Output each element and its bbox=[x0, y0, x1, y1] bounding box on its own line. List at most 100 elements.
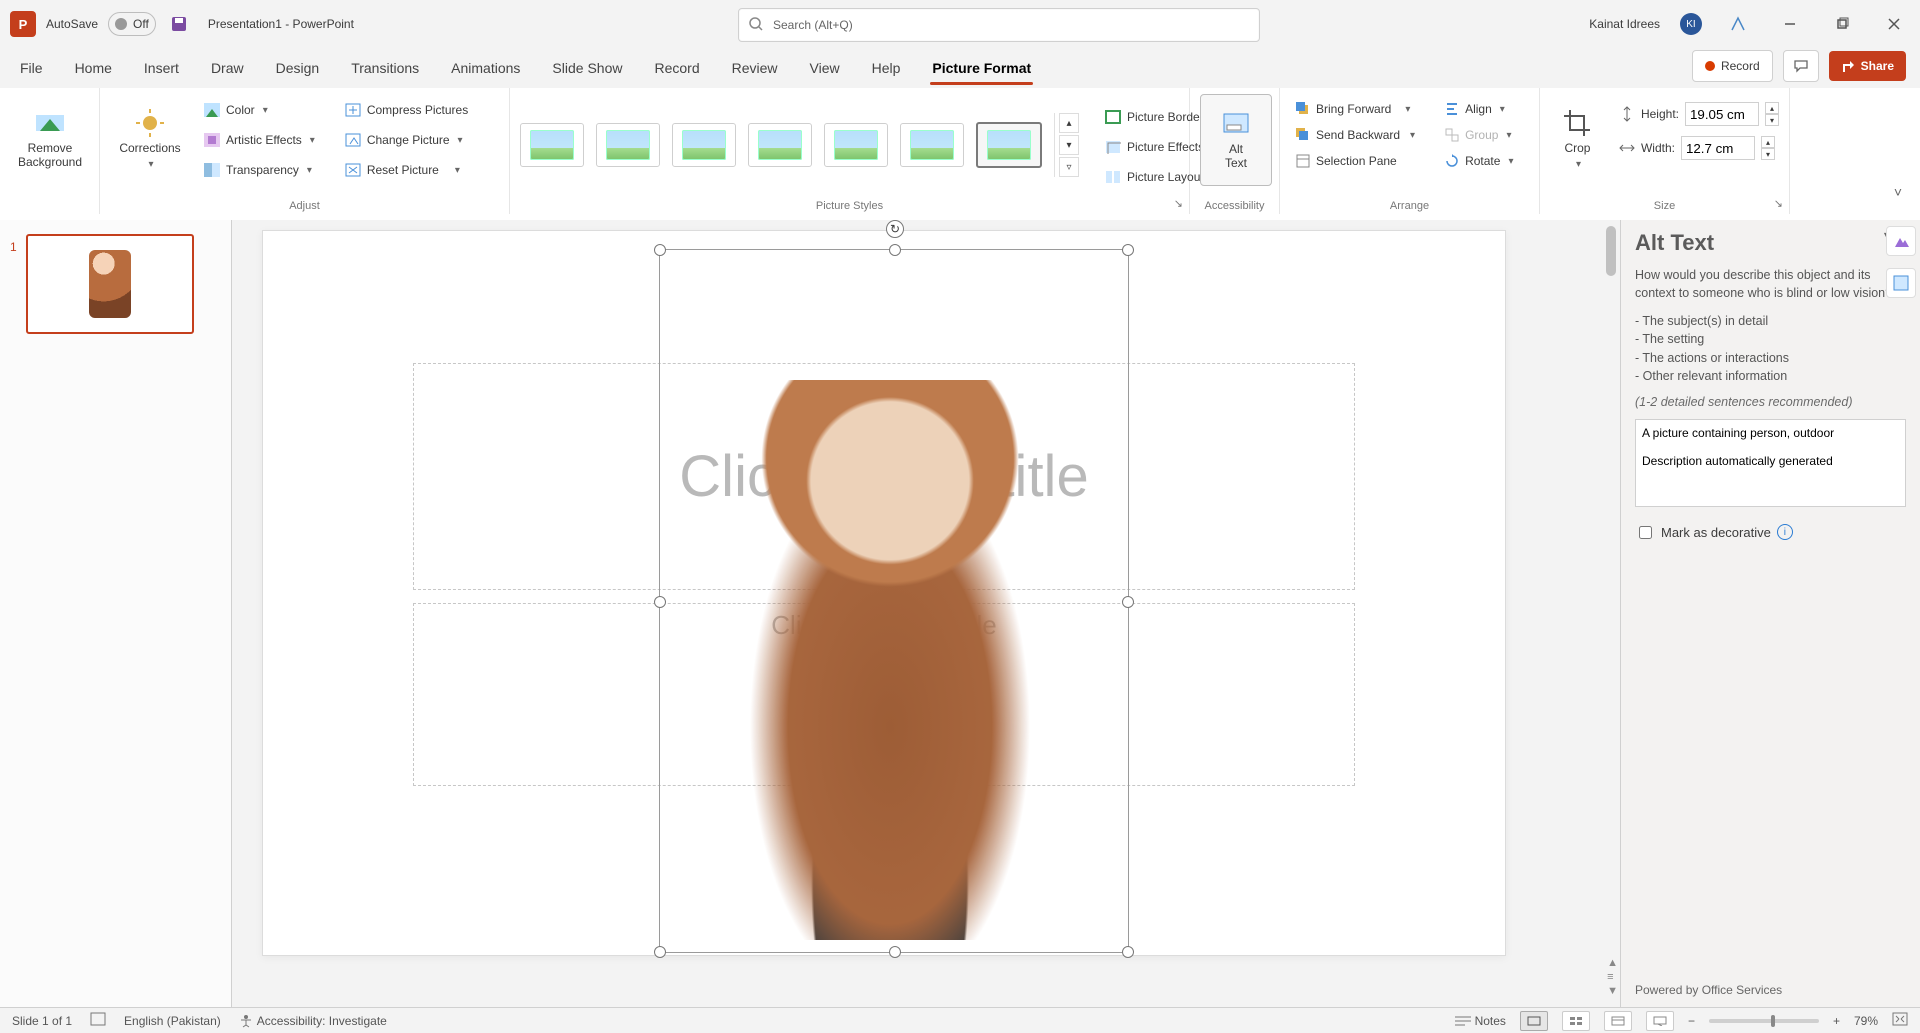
comments-button[interactable] bbox=[1783, 50, 1819, 82]
share-label: Share bbox=[1861, 59, 1894, 73]
canvas-vertical-scrollbar[interactable] bbox=[1602, 220, 1620, 1007]
size-dialog-launcher[interactable]: ↘ bbox=[1774, 197, 1783, 210]
style-thumb-1[interactable] bbox=[520, 123, 584, 167]
accessibility-status[interactable]: Accessibility: Investigate bbox=[239, 1014, 387, 1028]
resize-handle-ne[interactable] bbox=[1122, 244, 1134, 256]
slide-counter[interactable]: Slide 1 of 1 bbox=[12, 1014, 72, 1028]
gallery-down-button[interactable]: ▾ bbox=[1059, 135, 1079, 155]
slide-thumbnail-1[interactable] bbox=[26, 234, 194, 334]
alt-text-bullet-2: - The setting bbox=[1635, 330, 1906, 348]
selection-pane-button[interactable]: Selection Pane bbox=[1290, 150, 1421, 172]
slide-sorter-button[interactable] bbox=[1562, 1011, 1590, 1031]
tab-draw[interactable]: Draw bbox=[209, 52, 246, 84]
tab-file[interactable]: File bbox=[18, 52, 45, 84]
gallery-more-button[interactable]: ▿ bbox=[1059, 157, 1079, 177]
transparency-button[interactable]: Transparency▾ bbox=[198, 158, 321, 182]
next-slide-button[interactable]: ▼ bbox=[1607, 985, 1618, 997]
window-close-button[interactable] bbox=[1878, 8, 1910, 40]
mark-decorative-checkbox[interactable] bbox=[1639, 526, 1652, 539]
coming-soon-icon[interactable] bbox=[1722, 8, 1754, 40]
autosave-toggle[interactable]: Off bbox=[108, 12, 156, 36]
info-icon[interactable]: i bbox=[1777, 524, 1793, 540]
format-picture-pane-button[interactable] bbox=[1886, 268, 1916, 298]
tab-animations[interactable]: Animations bbox=[449, 52, 522, 84]
zoom-value[interactable]: 79% bbox=[1854, 1014, 1878, 1028]
prev-slide-button[interactable]: ▲ bbox=[1607, 957, 1618, 969]
share-button[interactable]: Share bbox=[1829, 51, 1906, 81]
width-spinner[interactable]: ▴▾ bbox=[1761, 136, 1775, 160]
reset-picture-button[interactable]: Reset Picture▾ bbox=[339, 158, 474, 182]
tab-review[interactable]: Review bbox=[730, 52, 780, 84]
alt-text-bullet-3: - The actions or interactions bbox=[1635, 349, 1906, 367]
user-avatar[interactable]: KI bbox=[1680, 13, 1702, 35]
tab-picture-format[interactable]: Picture Format bbox=[930, 52, 1033, 84]
tab-record[interactable]: Record bbox=[652, 52, 701, 84]
resize-handle-se[interactable] bbox=[1122, 946, 1134, 958]
resize-handle-sw[interactable] bbox=[654, 946, 666, 958]
zoom-slider-knob[interactable] bbox=[1771, 1015, 1775, 1027]
resize-handle-e[interactable] bbox=[1122, 596, 1134, 608]
spell-check-icon[interactable] bbox=[90, 1012, 106, 1029]
compress-pictures-button[interactable]: Compress Pictures bbox=[339, 98, 474, 122]
resize-handle-n[interactable] bbox=[889, 244, 901, 256]
send-backward-button[interactable]: Send Backward▾ bbox=[1290, 124, 1421, 146]
resize-handle-nw[interactable] bbox=[654, 244, 666, 256]
height-spinner[interactable]: ▴▾ bbox=[1765, 102, 1779, 126]
corrections-button[interactable]: Corrections ▾ bbox=[110, 94, 190, 184]
window-restore-button[interactable] bbox=[1826, 8, 1858, 40]
zoom-in-button[interactable]: + bbox=[1833, 1014, 1840, 1028]
mark-decorative-row[interactable]: Mark as decorative i bbox=[1635, 523, 1906, 542]
picture-styles-dialog-launcher[interactable]: ↘ bbox=[1174, 197, 1183, 210]
tab-slideshow[interactable]: Slide Show bbox=[550, 52, 624, 84]
artistic-effects-button[interactable]: Artistic Effects▾ bbox=[198, 128, 321, 152]
slide-canvas[interactable]: Click to add title Click to add subtitle… bbox=[262, 230, 1506, 956]
gallery-up-button[interactable]: ▴ bbox=[1059, 113, 1079, 133]
remove-background-button[interactable]: Remove Background bbox=[10, 94, 90, 184]
resize-handle-w[interactable] bbox=[654, 596, 666, 608]
ribbon-collapse-button[interactable]: ˅ bbox=[1894, 184, 1902, 200]
scroll-thumb[interactable] bbox=[1606, 226, 1616, 276]
search-input[interactable]: Search (Alt+Q) bbox=[738, 8, 1260, 42]
window-minimize-button[interactable] bbox=[1774, 8, 1806, 40]
style-thumb-4[interactable] bbox=[748, 123, 812, 167]
selected-picture[interactable]: ↻ Sample bbox=[659, 249, 1129, 953]
slide-thumbnail-pane[interactable]: 1 bbox=[0, 220, 232, 1007]
style-thumb-5[interactable] bbox=[824, 123, 888, 167]
slide-canvas-area[interactable]: Click to add title Click to add subtitle… bbox=[232, 220, 1620, 1007]
bring-forward-button[interactable]: Bring Forward▾ bbox=[1290, 98, 1421, 120]
alt-text-button[interactable]: Alt Text bbox=[1200, 94, 1272, 186]
normal-view-button[interactable] bbox=[1520, 1011, 1548, 1031]
quick-save-button[interactable] bbox=[166, 11, 192, 37]
tab-home[interactable]: Home bbox=[73, 52, 114, 84]
change-picture-button[interactable]: Change Picture▾ bbox=[339, 128, 474, 152]
style-thumb-3[interactable] bbox=[672, 123, 736, 167]
height-input[interactable] bbox=[1685, 102, 1759, 126]
fit-to-window-button[interactable] bbox=[1892, 1012, 1908, 1029]
language-indicator[interactable]: English (Pakistan) bbox=[124, 1014, 221, 1028]
reading-view-button[interactable] bbox=[1604, 1011, 1632, 1031]
tab-view[interactable]: View bbox=[808, 52, 842, 84]
color-button[interactable]: Color▾ bbox=[198, 98, 321, 122]
resize-handle-s[interactable] bbox=[889, 946, 901, 958]
width-input[interactable] bbox=[1681, 136, 1755, 160]
style-thumb-7-selected[interactable] bbox=[976, 122, 1042, 168]
tab-transitions[interactable]: Transitions bbox=[349, 52, 421, 84]
zoom-slider[interactable] bbox=[1709, 1019, 1819, 1023]
style-thumb-2[interactable] bbox=[596, 123, 660, 167]
zoom-out-button[interactable]: − bbox=[1688, 1014, 1695, 1028]
style-thumb-6[interactable] bbox=[900, 123, 964, 167]
picture-styles-gallery[interactable]: ▴ ▾ ▿ bbox=[520, 113, 1085, 177]
tab-help[interactable]: Help bbox=[870, 52, 903, 84]
record-button[interactable]: Record bbox=[1692, 50, 1773, 82]
notes-toggle[interactable]: Notes bbox=[1455, 1014, 1506, 1028]
alt-text-textarea[interactable] bbox=[1635, 419, 1906, 507]
tab-insert[interactable]: Insert bbox=[142, 52, 181, 84]
slideshow-view-button[interactable] bbox=[1646, 1011, 1674, 1031]
rotation-handle[interactable]: ↻ bbox=[886, 220, 904, 238]
tab-design[interactable]: Design bbox=[274, 52, 322, 84]
rotate-button[interactable]: Rotate▾ bbox=[1439, 150, 1519, 172]
crop-button[interactable]: Crop ▾ bbox=[1550, 94, 1605, 184]
align-button[interactable]: Align▾ bbox=[1439, 98, 1519, 120]
designer-button[interactable] bbox=[1886, 226, 1916, 256]
group-objects-button[interactable]: Group▾ bbox=[1439, 124, 1519, 146]
